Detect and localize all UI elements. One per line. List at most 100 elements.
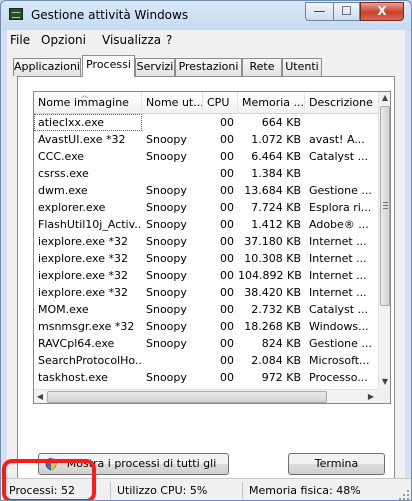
process-image-name: msnmsgr.exe *32	[38, 320, 135, 333]
tab-services[interactable]: Servizi	[135, 58, 175, 76]
menu-file[interactable]: File	[10, 33, 30, 47]
process-image-name: iexplore.exe *32	[38, 286, 128, 299]
process-memory-usage: 104.892 KB	[238, 269, 302, 282]
process-row[interactable]: SearchProtocolHo... 00 2.084 KB Microsoft..…	[34, 352, 378, 369]
tab-users[interactable]: Utenti	[282, 58, 322, 76]
process-image-name: iexplore.exe *32	[38, 252, 128, 265]
process-cpu-usage: 00	[220, 337, 234, 350]
process-cpu-usage: 00	[220, 201, 234, 214]
process-cpu-usage: 00	[220, 218, 234, 231]
menu-help[interactable]: ?	[166, 33, 172, 47]
maximize-button[interactable]: ☐	[333, 2, 360, 21]
end-process-button[interactable]: Termina processo	[288, 453, 385, 490]
process-user-name: Snoopy	[146, 150, 187, 163]
process-image-name: taskhost.exe	[38, 371, 108, 384]
process-memory-usage: 664 KB	[261, 116, 301, 129]
process-row[interactable]: iexplore.exe *32 Snoopy 00 10.308 KB Interne…	[34, 250, 378, 267]
menu-view[interactable]: Visualizza	[102, 33, 161, 47]
process-user-name: Snoopy	[146, 235, 187, 248]
column-memory[interactable]: Memoria ...	[238, 92, 305, 113]
horizontal-scroll-thumb[interactable]	[47, 391, 327, 403]
process-row[interactable]: FlashUtil10j_Activ... Snoopy 00 1.412 KB Ado…	[34, 216, 378, 233]
process-memory-usage: 2.732 KB	[251, 303, 301, 316]
process-cpu-usage: 00	[220, 252, 234, 265]
process-description: Internet ...	[309, 269, 367, 282]
process-cpu-usage: 00	[220, 184, 234, 197]
tab-applications[interactable]: Applicazioni	[13, 58, 81, 76]
status-cpu-usage: Utilizzo CPU: 5%	[117, 484, 208, 497]
process-image-name: iexplore.exe *32	[38, 269, 128, 282]
process-row[interactable]: RAVCpl64.exe Snoopy 00 824 KB Gestione ...	[34, 335, 378, 352]
scroll-left-icon[interactable]: ◀	[35, 391, 45, 403]
process-row[interactable]: explorer.exe Snoopy 00 7.724 KB Esplora ri..…	[34, 199, 378, 216]
close-button[interactable]: X	[360, 2, 404, 21]
status-physical-memory: Memoria fisica: 48%	[249, 484, 361, 497]
process-row[interactable]: iexplore.exe *32 Snoopy 00 104.892 KB Intern…	[34, 267, 378, 284]
process-memory-usage: 2.084 KB	[251, 354, 301, 367]
process-description: Catalyst ...	[309, 303, 369, 316]
process-cpu-usage: 00	[220, 354, 234, 367]
process-row[interactable]: iexplore.exe *32 Snoopy 00 37.180 KB Interne…	[34, 233, 378, 250]
scroll-right-icon[interactable]: ▶	[366, 391, 376, 403]
processes-panel: ︿ Nome immagine Nome ut... CPU Memoria .…	[17, 76, 395, 490]
highlight-annotation	[2, 459, 96, 500]
tab-network[interactable]: Rete	[242, 58, 282, 76]
column-user-name[interactable]: Nome ut...	[142, 92, 203, 113]
process-image-name: iexplore.exe *32	[38, 235, 128, 248]
process-row[interactable]: msnmsgr.exe *32 Snoopy 00 18.268 KB Windows.…	[34, 318, 378, 335]
process-memory-usage: 18.268 KB	[244, 320, 301, 333]
process-description: Internet ...	[309, 235, 367, 248]
process-image-name: AvastUI.exe *32	[38, 133, 126, 146]
process-image-name: atieclxx.exe	[34, 114, 142, 131]
process-user-name	[142, 165, 203, 182]
process-description: Gestione ...	[309, 337, 372, 350]
process-user-name: Snoopy	[146, 218, 187, 231]
process-description	[305, 114, 378, 131]
window-title: Gestione attività Windows	[31, 8, 189, 22]
resize-grip-icon[interactable]	[399, 490, 409, 500]
process-memory-usage: 1.384 KB	[251, 167, 301, 180]
vertical-scrollbar[interactable]: ▲ ▼	[378, 92, 390, 389]
process-user-name: Snoopy	[146, 184, 187, 197]
process-user-name	[142, 114, 203, 131]
horizontal-scrollbar[interactable]: ◀ ▶	[34, 389, 378, 403]
process-memory-usage: 1.072 KB	[251, 133, 301, 146]
process-row[interactable]: dwm.exe Snoopy 00 13.684 KB Gestione ...	[34, 182, 378, 199]
process-user-name: Snoopy	[146, 201, 187, 214]
process-row[interactable]: AvastUI.exe *32 Snoopy 00 1.072 KB avast! A.…	[34, 131, 378, 148]
vertical-scroll-thumb[interactable]	[380, 106, 390, 306]
process-list[interactable]: ︿ Nome immagine Nome ut... CPU Memoria .…	[33, 91, 391, 404]
scroll-up-icon[interactable]: ▲	[379, 92, 390, 104]
process-row[interactable]: MOM.exe Snoopy 00 2.732 KB Catalyst ...	[34, 301, 378, 318]
process-description: avast! A...	[309, 133, 365, 146]
process-row[interactable]: taskhost.exe Snoopy 00 972 KB Processo...	[34, 369, 378, 386]
scroll-down-icon[interactable]: ▼	[379, 376, 390, 388]
process-image-name: MOM.exe	[38, 303, 89, 316]
process-image-name: dwm.exe	[38, 184, 88, 197]
process-cpu-usage: 00	[220, 320, 234, 333]
column-description[interactable]: Descrizione	[305, 92, 378, 113]
status-separator	[110, 482, 111, 499]
process-description: Windows...	[309, 320, 369, 333]
process-row[interactable]: csrss.exe 00 1.384 KB	[34, 165, 378, 182]
process-memory-usage: 38.420 KB	[244, 286, 301, 299]
process-image-name: FlashUtil10j_Activ...	[38, 218, 142, 231]
column-cpu[interactable]: CPU	[203, 92, 238, 113]
tab-processes[interactable]: Processi	[82, 55, 135, 77]
process-row[interactable]: CCC.exe Snoopy 00 6.464 KB Catalyst ...	[34, 148, 378, 165]
process-row[interactable]: iexplore.exe *32 Snoopy 00 38.420 KB Interne…	[34, 284, 378, 301]
list-header: ︿ Nome immagine Nome ut... CPU Memoria .…	[34, 92, 378, 114]
minimize-button[interactable]: —	[305, 2, 333, 21]
column-image-name[interactable]: ︿ Nome immagine	[34, 92, 142, 113]
tab-performance[interactable]: Prestazioni	[175, 58, 242, 76]
menu-options[interactable]: Opzioni	[41, 33, 86, 47]
process-memory-usage: 824 KB	[261, 337, 301, 350]
process-memory-usage: 37.180 KB	[244, 235, 301, 248]
title-bar[interactable]: Gestione attività Windows — ☐ X	[1, 1, 411, 29]
process-description	[305, 165, 378, 182]
scroll-corner	[378, 389, 390, 403]
process-cpu-usage: 00	[220, 235, 234, 248]
process-cpu-usage: 00	[220, 303, 234, 316]
process-row[interactable]: atieclxx.exe 00 664 KB	[34, 114, 378, 131]
process-description: Internet ...	[309, 252, 367, 265]
